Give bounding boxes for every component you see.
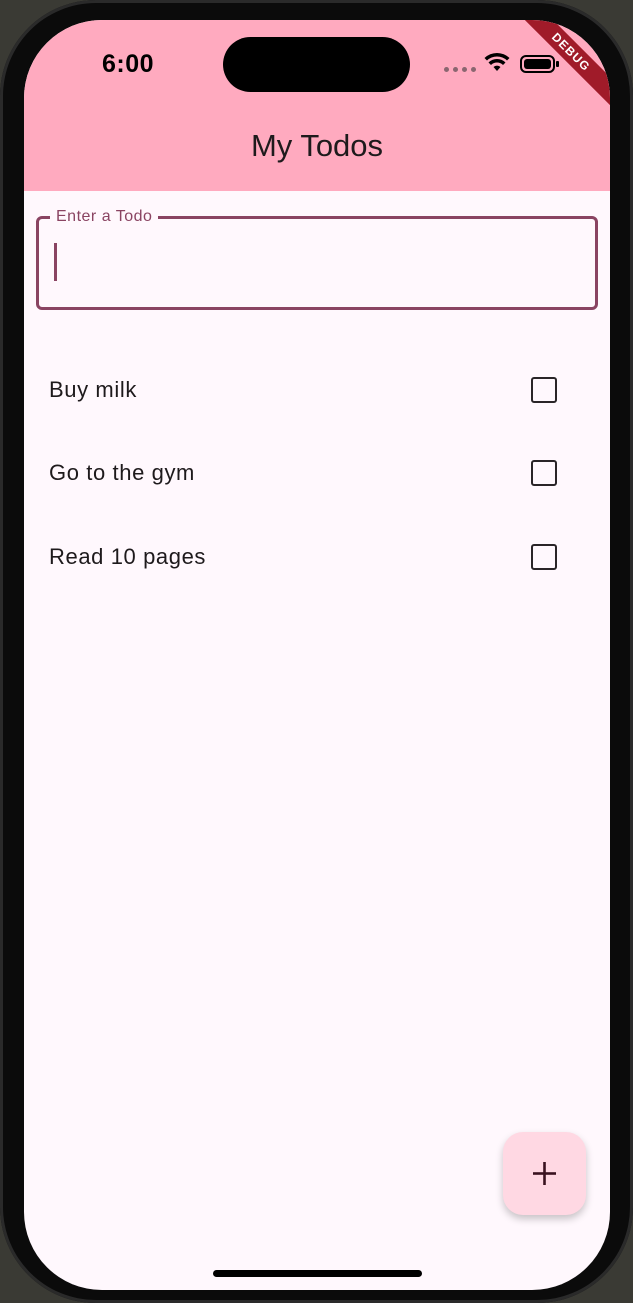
todo-checkbox[interactable]: [531, 544, 557, 570]
todo-input-label: Enter a Todo: [50, 208, 159, 226]
todo-item[interactable]: Read 10 pages: [24, 522, 610, 606]
todo-item[interactable]: Buy milk: [24, 355, 610, 439]
todo-checkbox[interactable]: [531, 377, 557, 403]
app-screen: 6:00 DEBUG My Todos Enter a Todo Buy mil…: [24, 20, 610, 1290]
todo-item-text: Buy milk: [49, 377, 137, 402]
todo-item-text: Read 10 pages: [49, 544, 207, 569]
phone-frame: 6:00 DEBUG My Todos Enter a Todo Buy mil…: [0, 0, 633, 1303]
plus-icon: [533, 1162, 556, 1185]
todo-input[interactable]: [36, 216, 598, 310]
text-cursor: [54, 243, 57, 281]
todo-item-text: Go to the gym: [49, 460, 195, 485]
page-title: My Todos: [250, 128, 384, 163]
todo-checkbox[interactable]: [531, 460, 557, 486]
battery-icon: [520, 55, 559, 73]
todo-item[interactable]: Go to the gym: [24, 438, 610, 522]
signal-dots-icon: [444, 67, 476, 73]
dynamic-island: [223, 37, 410, 92]
wifi-icon: [484, 52, 510, 71]
app-bar: 6:00 DEBUG My Todos: [24, 20, 610, 191]
add-todo-button[interactable]: [503, 1132, 586, 1215]
home-indicator[interactable]: [213, 1270, 422, 1277]
status-time: 6:00: [102, 50, 155, 78]
